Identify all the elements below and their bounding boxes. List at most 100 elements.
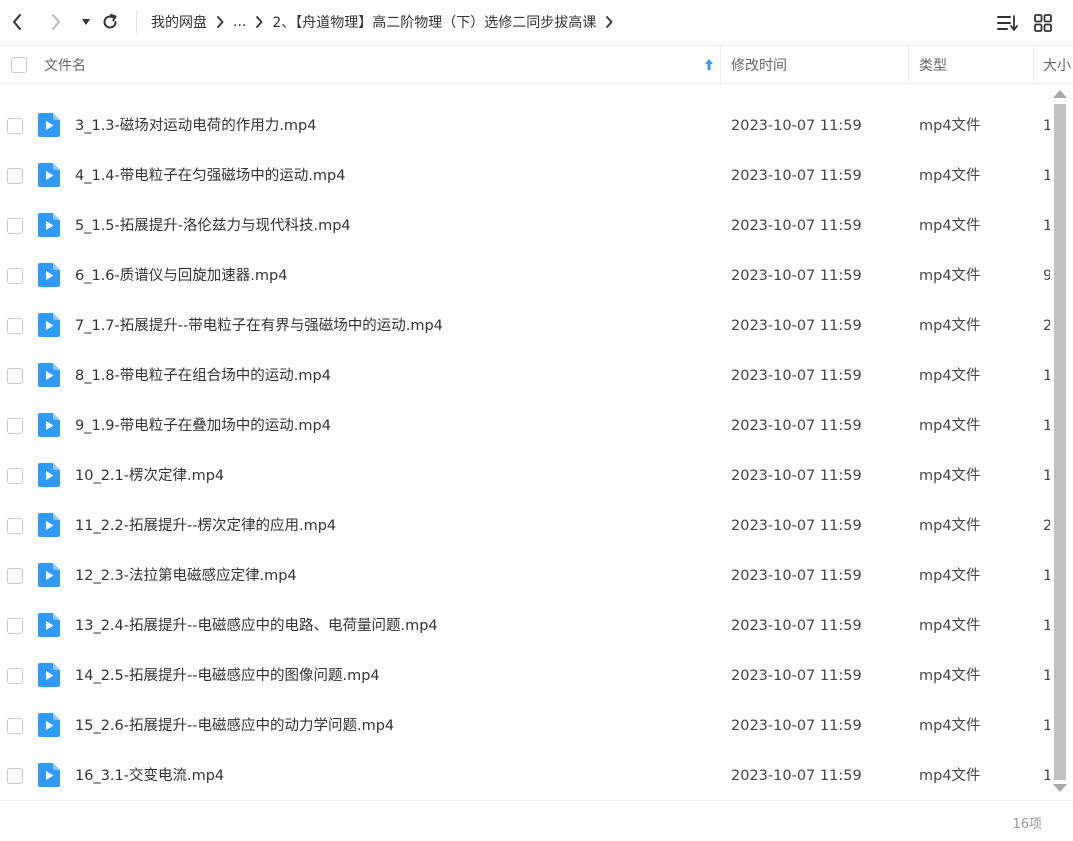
vertical-scrollbar[interactable] [1050,84,1070,800]
file-size: 1 [1043,568,1050,584]
row-checkbox[interactable] [7,768,23,784]
file-size: 2 [1043,318,1050,334]
table-row[interactable]: 16_3.1-交变电流.mp4 2023-10-07 11:59 mp4文件 1 [0,751,1050,800]
file-size: 1 [1043,618,1050,634]
row-checkbox[interactable] [7,618,23,634]
table-row[interactable]: 13_2.4-拓展提升--电磁感应中的电路、电荷量问题.mp4 2023-10-0… [0,601,1050,651]
file-modified-time: 2023-10-07 11:59 [731,518,862,534]
table-row[interactable]: 12_2.3-法拉第电磁感应定律.mp4 2023-10-07 11:59 mp4文… [0,551,1050,601]
file-type: mp4文件 [919,168,981,184]
file-size: 1 [1043,368,1050,384]
table-row[interactable]: 8_1.8-带电粒子在组合场中的运动.mp4 2023-10-07 11:59 mp… [0,351,1050,401]
video-file-icon [38,563,60,587]
file-modified-time: 2023-10-07 11:59 [731,368,862,384]
scroll-down-arrow-icon[interactable] [1053,784,1067,792]
file-modified-time: 2023-10-07 11:59 [731,118,862,134]
file-name[interactable]: 15_2.6-拓展提升--电磁感应中的动力学问题.mp4 [75,701,394,751]
scrollbar-thumb[interactable] [1054,104,1066,780]
file-type: mp4文件 [919,118,981,134]
table-row[interactable]: 6_1.6-质谱仪与回旋加速器.mp4 2023-10-07 11:59 mp4文件… [0,251,1050,301]
breadcrumb-separator-icon [216,16,224,28]
table-row[interactable]: 15_2.6-拓展提升--电磁感应中的动力学问题.mp4 2023-10-07 1… [0,701,1050,751]
file-name[interactable]: 11_2.2-拓展提升--楞次定律的应用.mp4 [75,501,336,551]
history-dropdown-button[interactable] [74,9,98,35]
row-checkbox[interactable] [7,418,23,434]
file-name[interactable]: 6_1.6-质谱仪与回旋加速器.mp4 [75,251,287,301]
file-type: mp4文件 [919,568,981,584]
file-modified-time: 2023-10-07 11:59 [731,168,862,184]
row-checkbox[interactable] [7,118,23,134]
file-name[interactable]: 13_2.4-拓展提升--电磁感应中的电路、电荷量问题.mp4 [75,601,438,651]
grid-view-button[interactable] [1031,11,1055,35]
row-checkbox[interactable] [7,318,23,334]
column-divider [908,46,909,83]
table-row[interactable]: 9_1.9-带电粒子在叠加场中的运动.mp4 2023-10-07 11:59 mp… [0,401,1050,451]
file-type: mp4文件 [919,268,981,284]
video-file-icon [38,413,60,437]
file-name[interactable]: 8_1.8-带电粒子在组合场中的运动.mp4 [75,351,331,401]
grid-view-icon [1034,14,1052,32]
file-modified-time: 2023-10-07 11:59 [731,268,862,284]
video-file-icon [38,263,60,287]
row-checkbox[interactable] [7,568,23,584]
file-name[interactable]: 12_2.3-法拉第电磁感应定律.mp4 [75,551,297,601]
row-checkbox[interactable] [7,268,23,284]
scroll-up-arrow-icon[interactable] [1053,90,1067,98]
file-name[interactable]: 10_2.1-楞次定律.mp4 [75,451,224,501]
file-name[interactable]: 3_1.3-磁场对运动电荷的作用力.mp4 [75,101,316,151]
file-name[interactable]: 9_1.9-带电粒子在叠加场中的运动.mp4 [75,401,331,451]
toolbar-divider [136,10,137,34]
file-name[interactable]: 14_2.5-拓展提升--电磁感应中的图像问题.mp4 [75,651,380,701]
table-row[interactable]: 11_2.2-拓展提升--楞次定律的应用.mp4 2023-10-07 11:59… [0,501,1050,551]
file-size: 1 [1043,168,1050,184]
sort-menu-button[interactable] [996,11,1020,35]
row-checkbox[interactable] [7,468,23,484]
table-row[interactable]: 14_2.5-拓展提升--电磁感应中的图像问题.mp4 2023-10-07 11… [0,651,1050,701]
row-checkbox[interactable] [7,518,23,534]
column-header-size[interactable]: 大小 [1043,46,1073,83]
file-modified-time: 2023-10-07 11:59 [731,668,862,684]
file-size: 1 [1043,218,1050,234]
file-name[interactable]: 7_1.7-拓展提升--带电粒子在有界与强磁场中的运动.mp4 [75,301,443,351]
column-header-name[interactable]: 文件名 [44,46,720,83]
file-type: mp4文件 [919,218,981,234]
file-name[interactable]: 16_3.1-交变电流.mp4 [75,751,224,800]
column-header-modified[interactable]: 修改时间 [731,46,787,83]
refresh-icon [103,14,117,29]
row-checkbox[interactable] [7,168,23,184]
select-all-checkbox-cell [11,46,27,83]
select-all-checkbox[interactable] [11,56,27,73]
item-count: 16项 [1012,817,1042,832]
file-size: 9 [1043,268,1050,284]
breadcrumb-item-home[interactable]: 我的网盘 [151,12,207,32]
file-size: 1 [1043,668,1050,684]
row-checkbox[interactable] [7,668,23,684]
file-type: mp4文件 [919,418,981,434]
table-row[interactable]: 7_1.7-拓展提升--带电粒子在有界与强磁场中的运动.mp4 2023-10-0… [0,301,1050,351]
file-name[interactable]: 4_1.4-带电粒子在匀强磁场中的运动.mp4 [75,151,345,201]
column-header-size-label: 大小 [1043,57,1071,74]
toolbar: 我的网盘 ... 2、【舟道物理】高二阶物理（下）选修二同步拔高课 [0,0,1073,44]
breadcrumb-item-ellipsis[interactable]: ... [233,14,246,30]
table-row[interactable]: 5_1.5-拓展提升-洛伦兹力与现代科技.mp4 2023-10-07 11:59… [0,201,1050,251]
file-name[interactable]: 5_1.5-拓展提升-洛伦兹力与现代科技.mp4 [75,201,351,251]
table-row[interactable]: 10_2.1-楞次定律.mp4 2023-10-07 11:59 mp4文件 1 [0,451,1050,501]
column-header-type[interactable]: 类型 [919,46,947,83]
table-row[interactable]: 3_1.3-磁场对运动电荷的作用力.mp4 2023-10-07 11:59 mp4… [0,101,1050,151]
video-file-icon [38,463,60,487]
video-file-icon [38,113,60,137]
refresh-button[interactable] [98,9,122,35]
row-checkbox[interactable] [7,368,23,384]
breadcrumb-item-current-folder[interactable]: 2、【舟道物理】高二阶物理（下）选修二同步拔高课 [272,12,596,32]
chevron-right-icon [52,14,60,30]
file-type: mp4文件 [919,618,981,634]
file-type: mp4文件 [919,668,981,684]
back-button[interactable] [5,9,29,35]
forward-button[interactable] [44,9,68,35]
video-file-icon [38,613,60,637]
table-row-partial[interactable] [0,84,1050,88]
file-modified-time: 2023-10-07 11:59 [731,718,862,734]
table-row[interactable]: 4_1.4-带电粒子在匀强磁场中的运动.mp4 2023-10-07 11:59 m… [0,151,1050,201]
row-checkbox[interactable] [7,718,23,734]
row-checkbox[interactable] [7,218,23,234]
